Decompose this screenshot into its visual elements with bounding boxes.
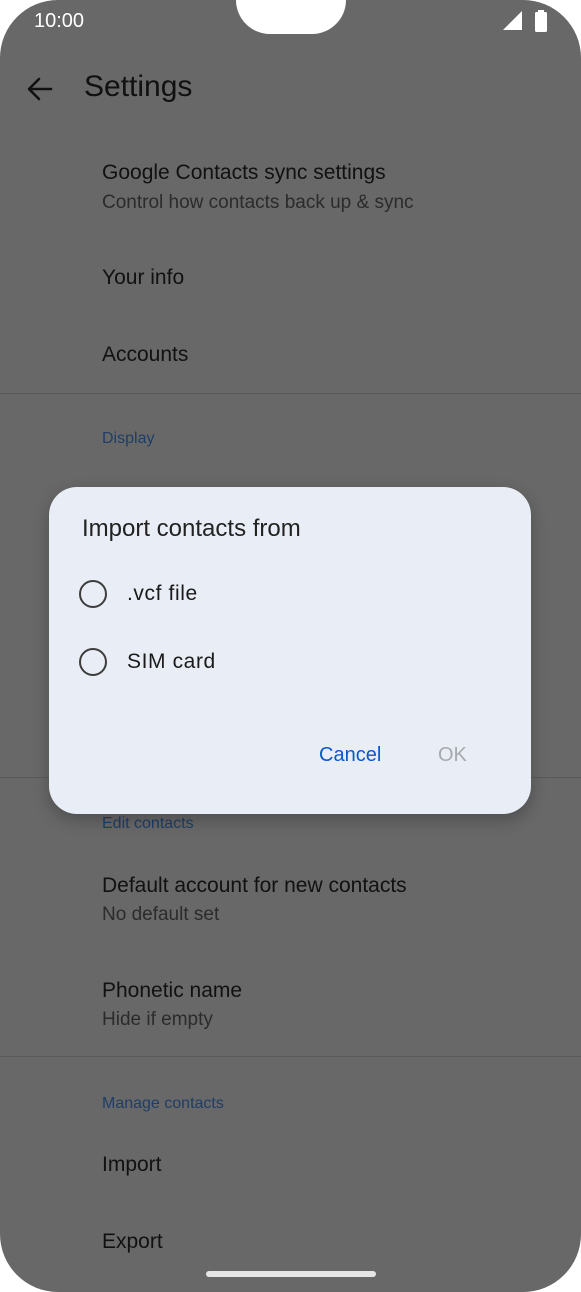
battery-icon (535, 10, 547, 32)
divider (0, 393, 581, 394)
status-time: 10:00 (34, 10, 85, 32)
phone-screen: 10:00 Settings Google Contacts sync sett… (0, 0, 581, 1292)
ok-button[interactable]: OK (438, 744, 467, 767)
cancel-button[interactable]: Cancel (319, 744, 381, 767)
manage-contacts-section-header: Manage contacts (102, 1095, 224, 1112)
divider (0, 1056, 581, 1057)
option-vcf-file[interactable]: .vcf file (77, 574, 497, 614)
signal-icon (503, 11, 522, 30)
google-sync-subtitle: Control how contacts back up & sync (102, 192, 414, 213)
your-info-item[interactable]: Your info (102, 266, 184, 290)
default-account-subtitle: No default set (102, 904, 220, 925)
option-label: .vcf file (127, 582, 198, 605)
phonetic-name-title: Phonetic name (102, 979, 243, 1002)
export-item[interactable]: Export (102, 1230, 163, 1254)
home-indicator[interactable] (206, 1271, 376, 1277)
radio-button-icon[interactable] (79, 648, 107, 676)
option-label: SIM card (127, 650, 216, 673)
display-section-header: Display (102, 430, 155, 447)
accounts-item[interactable]: Accounts (102, 343, 188, 367)
edit-contacts-section-header: Edit contacts (102, 815, 194, 832)
page-title: Settings (84, 70, 193, 103)
google-sync-title: Google Contacts sync settings (102, 161, 386, 184)
import-contacts-dialog: Import contacts from .vcf file SIM card … (49, 487, 531, 814)
phonetic-name-subtitle: Hide if empty (102, 1009, 213, 1030)
default-account-title: Default account for new contacts (102, 874, 407, 897)
dialog-title: Import contacts from (82, 515, 301, 542)
import-item[interactable]: Import (102, 1153, 162, 1177)
camera-notch (236, 0, 346, 34)
radio-button-icon[interactable] (79, 580, 107, 608)
back-arrow-icon[interactable] (26, 75, 54, 103)
option-sim-card[interactable]: SIM card (77, 642, 497, 682)
